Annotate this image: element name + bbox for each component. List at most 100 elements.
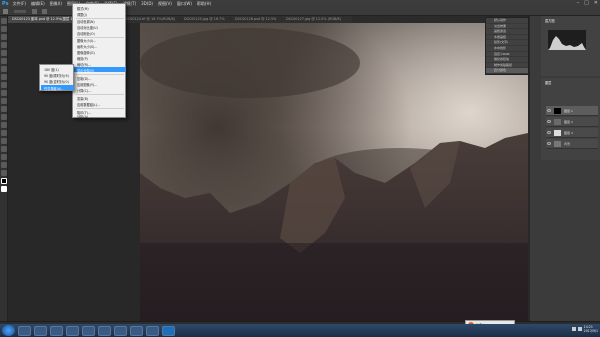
window-controls: – □ ✕ <box>577 0 598 6</box>
gradient-tool-icon[interactable] <box>1 106 7 112</box>
layer-row[interactable]: 图层 1 <box>546 106 598 116</box>
tab-doc-2[interactable]: DSC00124.tif @ 16.7%(RGB/8) <box>119 16 179 23</box>
layer-thumbnail <box>554 141 561 147</box>
pen-tool-icon[interactable] <box>1 130 7 136</box>
app-logo[interactable]: Ps <box>2 1 9 7</box>
mountain-photo <box>140 23 528 321</box>
menu-item[interactable]: 应用图像(Y)... <box>77 82 97 87</box>
menu-item[interactable]: 自动对比度(U) <box>77 25 98 30</box>
taskbar-app-icon[interactable] <box>66 325 79 336</box>
menu-separator <box>76 94 124 95</box>
visibility-eye-icon[interactable] <box>547 120 551 123</box>
menu-item[interactable]: 调整(J) <box>77 12 87 17</box>
tray-network-icon[interactable] <box>571 327 576 331</box>
layer-row[interactable]: 背景 <box>546 139 598 149</box>
maximize-button[interactable]: □ <box>584 0 589 6</box>
menu-item[interactable]: 分析(A) <box>77 114 88 119</box>
menu-item[interactable]: 自动色调(N) <box>77 19 95 24</box>
taskbar-app-icon[interactable] <box>114 325 127 336</box>
tab-doc-4[interactable]: DSC00126.psd @ 12.5% <box>231 16 281 23</box>
history-brush-tool-icon[interactable] <box>1 90 7 96</box>
menu-view[interactable]: 视图(V) <box>158 1 172 7</box>
submenu-item[interactable]: 90 度(逆时针)(0) <box>44 79 69 84</box>
move-tool-icon[interactable] <box>1 18 7 24</box>
submenu-item[interactable]: 90 度(顺时针)(9) <box>44 73 69 78</box>
taskbar: 14:21 2013/9/1 <box>0 324 600 337</box>
menu-item[interactable]: 自动颜色(O) <box>77 31 95 36</box>
submenu-item[interactable]: 180 度(1) <box>44 67 59 72</box>
system-tray: 14:21 2013/9/1 <box>571 325 598 333</box>
brush-tool-icon[interactable] <box>1 74 7 80</box>
lasso-tool-icon[interactable] <box>1 34 7 40</box>
layer-name: 背景 <box>564 142 571 146</box>
hand-tool-icon[interactable] <box>1 162 7 168</box>
menu-item[interactable]: 应用数据组(L)... <box>77 102 100 107</box>
taskbar-app-icon[interactable] <box>130 325 143 336</box>
submenu-item-highlighted[interactable]: 任意角度(A)... <box>44 86 64 91</box>
action-row-selected[interactable]: 四分颜色 <box>486 68 528 74</box>
tab-doc-3[interactable]: DSC00125.jpg @ 16.7% <box>180 16 230 23</box>
crop-tool-icon[interactable] <box>1 50 7 56</box>
tools-panel <box>0 16 8 321</box>
clock[interactable]: 14:21 2013/9/1 <box>584 325 598 333</box>
layers-title: 图层 <box>545 81 552 85</box>
menu-item[interactable]: 裁切(R)... <box>77 62 91 67</box>
marquee-tool-icon[interactable] <box>1 26 7 32</box>
visibility-eye-icon[interactable] <box>547 131 551 134</box>
menu-separator <box>76 108 124 109</box>
healing-tool-icon[interactable] <box>1 66 7 72</box>
menu-edit[interactable]: 编辑(E) <box>31 1 45 7</box>
visibility-eye-icon[interactable] <box>547 109 551 112</box>
layer-thumbnail <box>554 130 561 136</box>
menu-item[interactable]: 模式(M) <box>77 6 89 11</box>
taskbar-app-icon[interactable] <box>146 325 159 336</box>
menu-item[interactable]: 画布大小(S)... <box>77 44 97 49</box>
eraser-tool-icon[interactable] <box>1 98 7 104</box>
tray-volume-icon[interactable] <box>577 327 582 331</box>
actions-panel: 默认动作 淡出效果 画框通道 木质画框 投影(文字) 水中倒影 自定义RGB 熔… <box>485 17 529 75</box>
type-tool-icon[interactable] <box>1 138 7 144</box>
eyedropper-tool-icon[interactable] <box>1 58 7 64</box>
start-button-icon[interactable] <box>2 325 15 336</box>
quick-select-tool-icon[interactable] <box>1 42 7 48</box>
taskbar-app-icon[interactable] <box>18 325 31 336</box>
menu-file[interactable]: 文件(F) <box>13 1 26 7</box>
foreground-color-swatch[interactable] <box>1 178 7 184</box>
taskbar-app-icon[interactable] <box>98 325 111 336</box>
tab-doc-5[interactable]: DSC00127.jpg @ 12.5% (RGB/8) <box>282 16 352 23</box>
tool-preset-icon <box>3 9 8 14</box>
option-icon <box>32 9 37 14</box>
layer-row[interactable]: 图层 3 <box>546 128 598 138</box>
menu-item[interactable]: 裁剪(P) <box>77 56 88 61</box>
menu-3d[interactable]: 3D(D) <box>141 1 153 6</box>
path-select-tool-icon[interactable] <box>1 146 7 152</box>
histogram-graph <box>548 30 586 50</box>
visibility-eye-icon[interactable] <box>547 142 551 145</box>
dodge-tool-icon[interactable] <box>1 122 7 128</box>
menu-item[interactable]: 计算(C)... <box>77 88 91 93</box>
menu-item[interactable]: 图像旋转(G) <box>77 50 95 55</box>
shape-tool-icon[interactable] <box>1 154 7 160</box>
zoom-tool-icon[interactable] <box>1 170 7 176</box>
photoshop-taskbar-icon[interactable] <box>162 325 175 336</box>
menu-item[interactable]: 图像大小(I)... <box>77 38 96 43</box>
menu-item[interactable]: 变量(B) <box>77 96 88 101</box>
stamp-tool-icon[interactable] <box>1 82 7 88</box>
close-button[interactable]: ✕ <box>594 0 598 6</box>
document-canvas[interactable] <box>140 23 528 321</box>
menu-item[interactable]: 复制(D)... <box>77 76 91 81</box>
taskbar-app-icon[interactable] <box>82 325 95 336</box>
layer-name: 图层 3 <box>564 131 573 135</box>
menu-item-highlighted[interactable]: 显示全部(V) <box>77 68 94 73</box>
menu-help[interactable]: 帮助(H) <box>197 1 211 7</box>
taskbar-app-icon[interactable] <box>50 325 63 336</box>
histogram-plot <box>548 36 586 50</box>
taskbar-app-icon[interactable] <box>34 325 47 336</box>
blur-tool-icon[interactable] <box>1 114 7 120</box>
layer-row[interactable]: 图层 2 <box>546 117 598 127</box>
menu-image[interactable]: 图像(I) <box>50 1 62 7</box>
menu-window[interactable]: 窗口(W) <box>177 1 192 7</box>
background-color-swatch[interactable] <box>1 186 7 192</box>
minimize-button[interactable]: – <box>577 0 580 6</box>
layer-thumbnail <box>554 119 561 125</box>
